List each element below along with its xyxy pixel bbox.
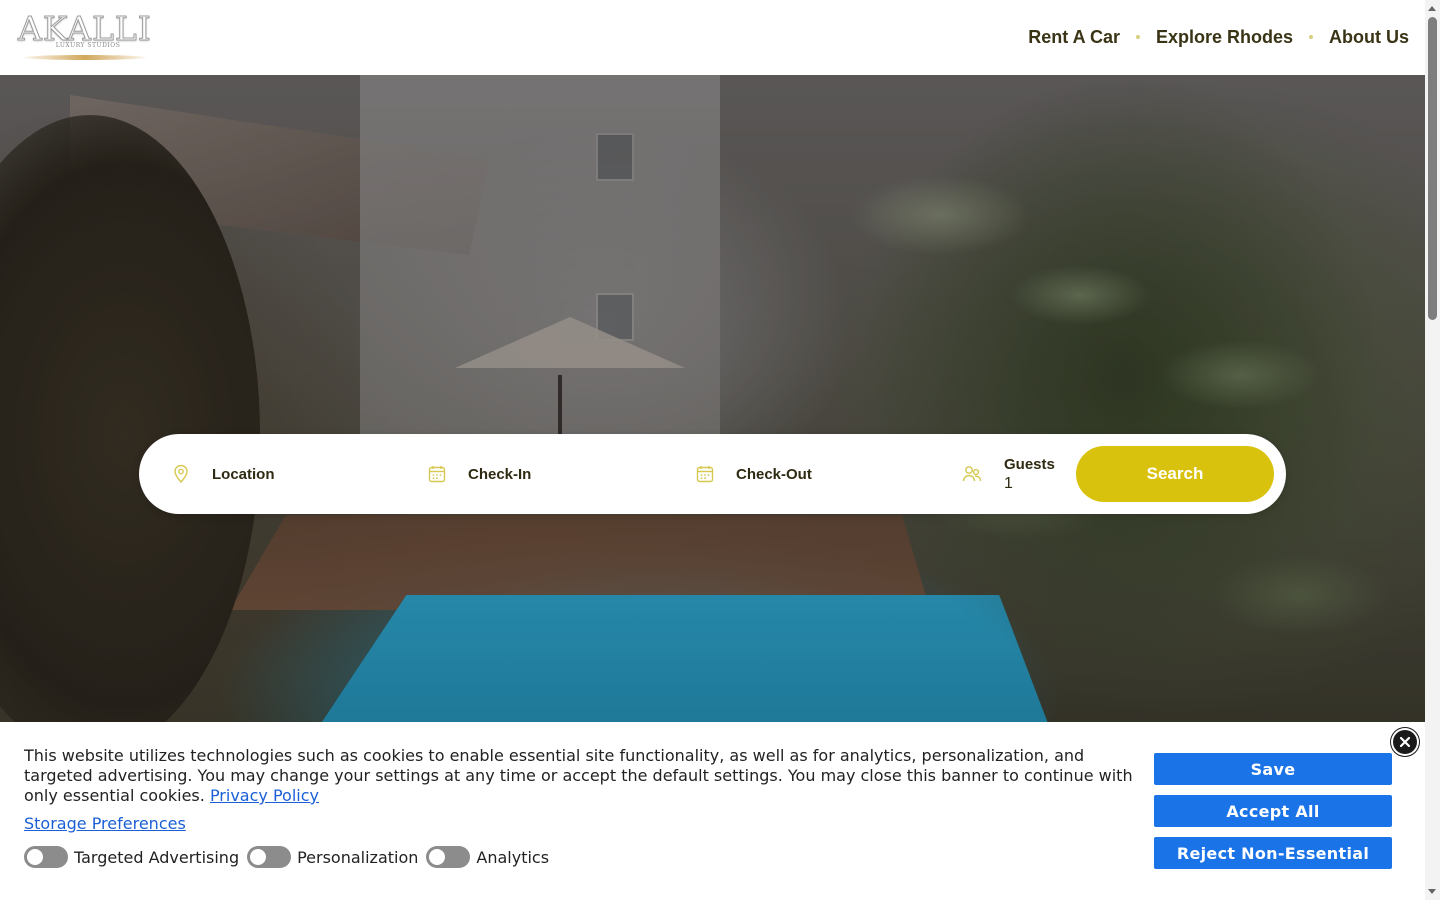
toggle-label: Personalization [297, 847, 419, 867]
map-pin-icon [171, 464, 191, 484]
accept-all-button[interactable]: Accept All [1154, 795, 1392, 827]
checkout-field[interactable]: Check-Out [695, 434, 812, 514]
toggle-personalization[interactable]: Personalization [247, 846, 418, 868]
akalli-logo[interactable]: AKALLI LUXURY STUDIOS [18, 10, 151, 65]
storage-preferences-link[interactable]: Storage Preferences [24, 814, 186, 834]
toggle-knob [429, 849, 446, 865]
page-scrollbar[interactable] [1425, 0, 1440, 900]
checkin-label: Check-In [468, 465, 532, 483]
guests-field[interactable]: Guests 1 [962, 434, 1055, 514]
hero-image [0, 75, 1425, 722]
calendar-icon [695, 464, 715, 484]
toggle-analytics[interactable]: Analytics [426, 846, 549, 868]
logo-swoosh [24, 55, 146, 60]
calendar-icon [427, 464, 447, 484]
site-header: AKALLI LUXURY STUDIOS Rent A Car Explore… [0, 0, 1425, 75]
cookie-toggles: Targeted Advertising Personalization Ana… [24, 846, 557, 868]
toggle-label: Targeted Advertising [74, 847, 240, 867]
toggle-switch[interactable] [24, 846, 68, 868]
nav-rent-a-car[interactable]: Rent A Car [1028, 26, 1120, 48]
booking-search-bar: Location Check-In Check-Out Guests 1 Sea… [139, 434, 1286, 514]
guests-value[interactable]: 1 [1004, 475, 1055, 493]
cookie-banner: This website utilizes technologies such … [0, 722, 1425, 900]
cookie-message: This website utilizes technologies such … [24, 746, 1139, 806]
toggle-label: Analytics [476, 847, 550, 867]
nav-about-us[interactable]: About Us [1329, 26, 1409, 48]
nav-separator [1309, 35, 1313, 39]
checkin-field[interactable]: Check-In [427, 434, 531, 514]
location-field[interactable]: Location [171, 434, 275, 514]
close-banner-button[interactable] [1393, 730, 1417, 754]
users-icon [962, 464, 982, 484]
save-button[interactable]: Save [1154, 753, 1392, 785]
logo-tagline: LUXURY STUDIOS [55, 42, 121, 49]
toggle-switch[interactable] [426, 846, 471, 868]
close-icon [1399, 733, 1411, 752]
toggle-knob [250, 849, 267, 865]
nav-separator [1135, 35, 1140, 39]
guests-label: Guests [1004, 455, 1055, 473]
search-button[interactable]: Search [1076, 446, 1274, 502]
toggle-targeted-advertising[interactable]: Targeted Advertising [24, 846, 239, 868]
location-label: Location [212, 465, 275, 483]
hero-overlay [0, 75, 1425, 722]
toggle-knob [27, 849, 43, 865]
main-nav: Rent A Car Explore Rhodes About Us [1028, 26, 1409, 48]
cookie-message-text: This website utilizes technologies such … [24, 746, 1133, 805]
scroll-up-arrow[interactable] [1428, 6, 1436, 11]
checkout-label: Check-Out [736, 465, 812, 483]
scroll-thumb[interactable] [1428, 17, 1437, 320]
reject-non-essential-button[interactable]: Reject Non-Essential [1154, 837, 1392, 869]
nav-explore-rhodes[interactable]: Explore Rhodes [1156, 26, 1293, 48]
toggle-switch[interactable] [247, 846, 292, 868]
privacy-policy-link[interactable]: Privacy Policy [210, 786, 319, 805]
scroll-down-arrow[interactable] [1428, 889, 1436, 894]
guests-block: Guests 1 [1004, 456, 1055, 493]
